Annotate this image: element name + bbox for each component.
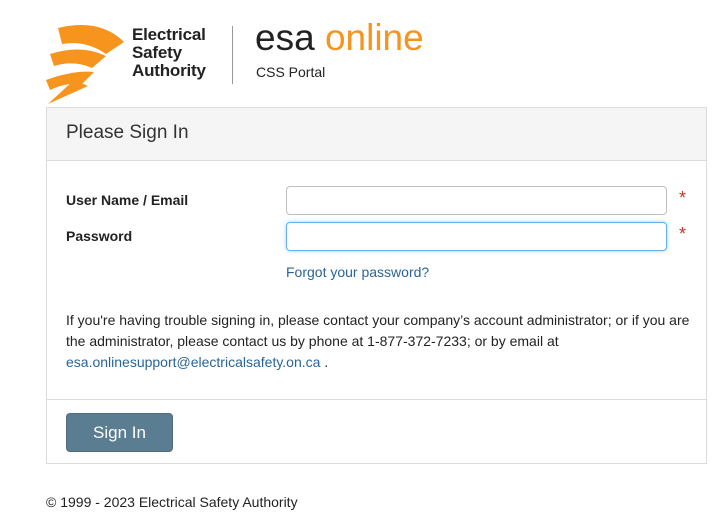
sign-in-button[interactable]: Sign In [66, 413, 173, 452]
password-label: Password [66, 228, 133, 244]
help-end: . [320, 354, 329, 370]
copyright-text: © 1999 - 2023 Electrical Safety Authorit… [46, 494, 298, 510]
panel-title: Please Sign In [66, 122, 189, 143]
password-input[interactable] [286, 222, 667, 251]
forgot-password-link[interactable]: Forgot your password? [286, 264, 429, 280]
username-input[interactable] [286, 186, 667, 215]
brand-accent: online [324, 17, 424, 58]
logo-line: Authority [132, 61, 206, 80]
required-marker: * [679, 224, 687, 244]
username-row: User Name / Email * [47, 186, 706, 218]
help-text: If you're having trouble signing in, ple… [66, 310, 696, 373]
brand-main: esa [255, 17, 315, 58]
logo-line: Electrical [132, 25, 206, 44]
logo-line: Safety [132, 43, 182, 62]
support-email-link[interactable]: esa.onlinesupport@electricalsafety.on.ca [66, 354, 320, 370]
password-row: Password * [47, 222, 706, 254]
panel-heading: Please Sign In [47, 108, 706, 161]
username-label: User Name / Email [66, 192, 189, 208]
header-divider [232, 26, 233, 84]
required-marker: * [679, 188, 687, 208]
site-header: Electrical Safety Authority esa online C… [44, 16, 464, 106]
esa-logo-icon [46, 25, 124, 104]
panel-footer-divider [47, 399, 706, 400]
help-message: If you're having trouble signing in, ple… [66, 312, 690, 349]
signin-panel: Please Sign In User Name / Email * Passw… [46, 107, 707, 464]
portal-subtitle: CSS Portal [256, 64, 326, 80]
logo-wordmark: Electrical Safety Authority [132, 26, 206, 80]
brand-title: esa online [255, 16, 424, 60]
